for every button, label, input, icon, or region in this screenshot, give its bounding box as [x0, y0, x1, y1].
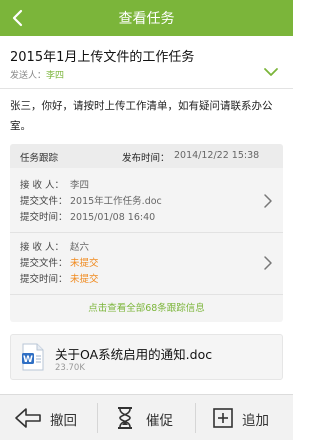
file-line: 提交文件： 2015年工作任务.doc — [20, 193, 162, 207]
sender-label: 发送人： — [10, 71, 47, 81]
receiver-value: 李四 — [70, 180, 90, 191]
file-label: 提交文件： — [20, 258, 68, 269]
receiver-label: 接 收 人： — [20, 242, 65, 253]
file-line: 提交文件： 未提交 — [20, 255, 99, 269]
append-label: 追加 — [242, 413, 269, 429]
word-doc-icon: W — [22, 343, 44, 371]
svg-text:W: W — [23, 355, 33, 365]
chevron-down-icon[interactable] — [263, 66, 279, 78]
sender-name[interactable]: 李四 — [46, 71, 64, 81]
append-button[interactable]: 追加 — [196, 395, 293, 440]
tracking-header: 任务跟踪 发布时间： 2014/12/22 15:38 — [10, 144, 283, 168]
revoke-arrow-icon — [15, 408, 41, 428]
publish-time-label: 发布时间： — [122, 153, 170, 164]
chevron-right-icon[interactable] — [263, 255, 273, 271]
receiver-label: 接 收 人： — [20, 180, 65, 191]
page-title: 查看任务 — [118, 11, 175, 27]
revoke-label: 撤回 — [50, 413, 77, 429]
record-divider — [10, 232, 283, 233]
tracking-record[interactable]: 接 收 人： 李四 提交文件： 2015年工作任务.doc 提交时间： 2015/01… — [10, 174, 283, 230]
remind-label: 催促 — [146, 413, 173, 429]
time-status-pending: 未提交 — [70, 274, 99, 285]
add-document-icon — [213, 408, 233, 428]
time-line: 提交时间： 未提交 — [20, 271, 99, 285]
record-divider — [10, 294, 283, 295]
file-label: 提交文件： — [20, 196, 68, 207]
tracking-header-label: 任务跟踪 — [20, 153, 59, 164]
hourglass-icon — [118, 407, 132, 429]
time-value: 2015/01/08 16:40 — [70, 212, 156, 223]
tracking-record[interactable]: 接 收 人： 赵六 提交文件： 未提交 提交时间： 未提交 — [10, 236, 283, 292]
time-label: 提交时间： — [20, 212, 68, 223]
attachment-size: 23.70K — [55, 363, 85, 373]
receiver-value: 赵六 — [70, 242, 90, 253]
chevron-right-icon[interactable] — [263, 193, 273, 209]
file-value: 2015年工作任务.doc — [70, 196, 162, 207]
sender-row: 发送人：李四 — [10, 68, 64, 81]
task-title: 2015年1月上传文件的工作任务 — [10, 50, 195, 65]
view-all-tracking-link[interactable]: 点击查看全部68条跟踪信息 — [10, 300, 283, 314]
attachment-name: 关于OA系统启用的通知.doc — [55, 347, 213, 362]
task-tracking-card: 任务跟踪 发布时间： 2014/12/22 15:38 接 收 人： 李四 提交文… — [10, 144, 283, 322]
divider — [0, 88, 293, 89]
task-message: 张三，你好，请按时上传工作清单，如有疑问请联系办公室。 — [10, 100, 273, 132]
receiver-line: 接 收 人： 李四 — [20, 177, 89, 191]
time-line: 提交时间： 2015/01/08 16:40 — [20, 209, 155, 223]
publish-time: 2014/12/22 15:38 — [174, 150, 260, 161]
top-bar: 查看任务 — [0, 0, 293, 36]
revoke-button[interactable]: 撤回 — [0, 395, 97, 440]
bottom-action-bar: 撤回 催促 追加 — [0, 394, 293, 440]
time-label: 提交时间： — [20, 274, 68, 285]
remind-button[interactable]: 催促 — [98, 395, 195, 440]
file-status-pending: 未提交 — [70, 258, 99, 269]
attachment-item[interactable]: W 关于OA系统启用的通知.doc 23.70K — [10, 334, 283, 380]
receiver-line: 接 收 人： 赵六 — [20, 239, 89, 253]
